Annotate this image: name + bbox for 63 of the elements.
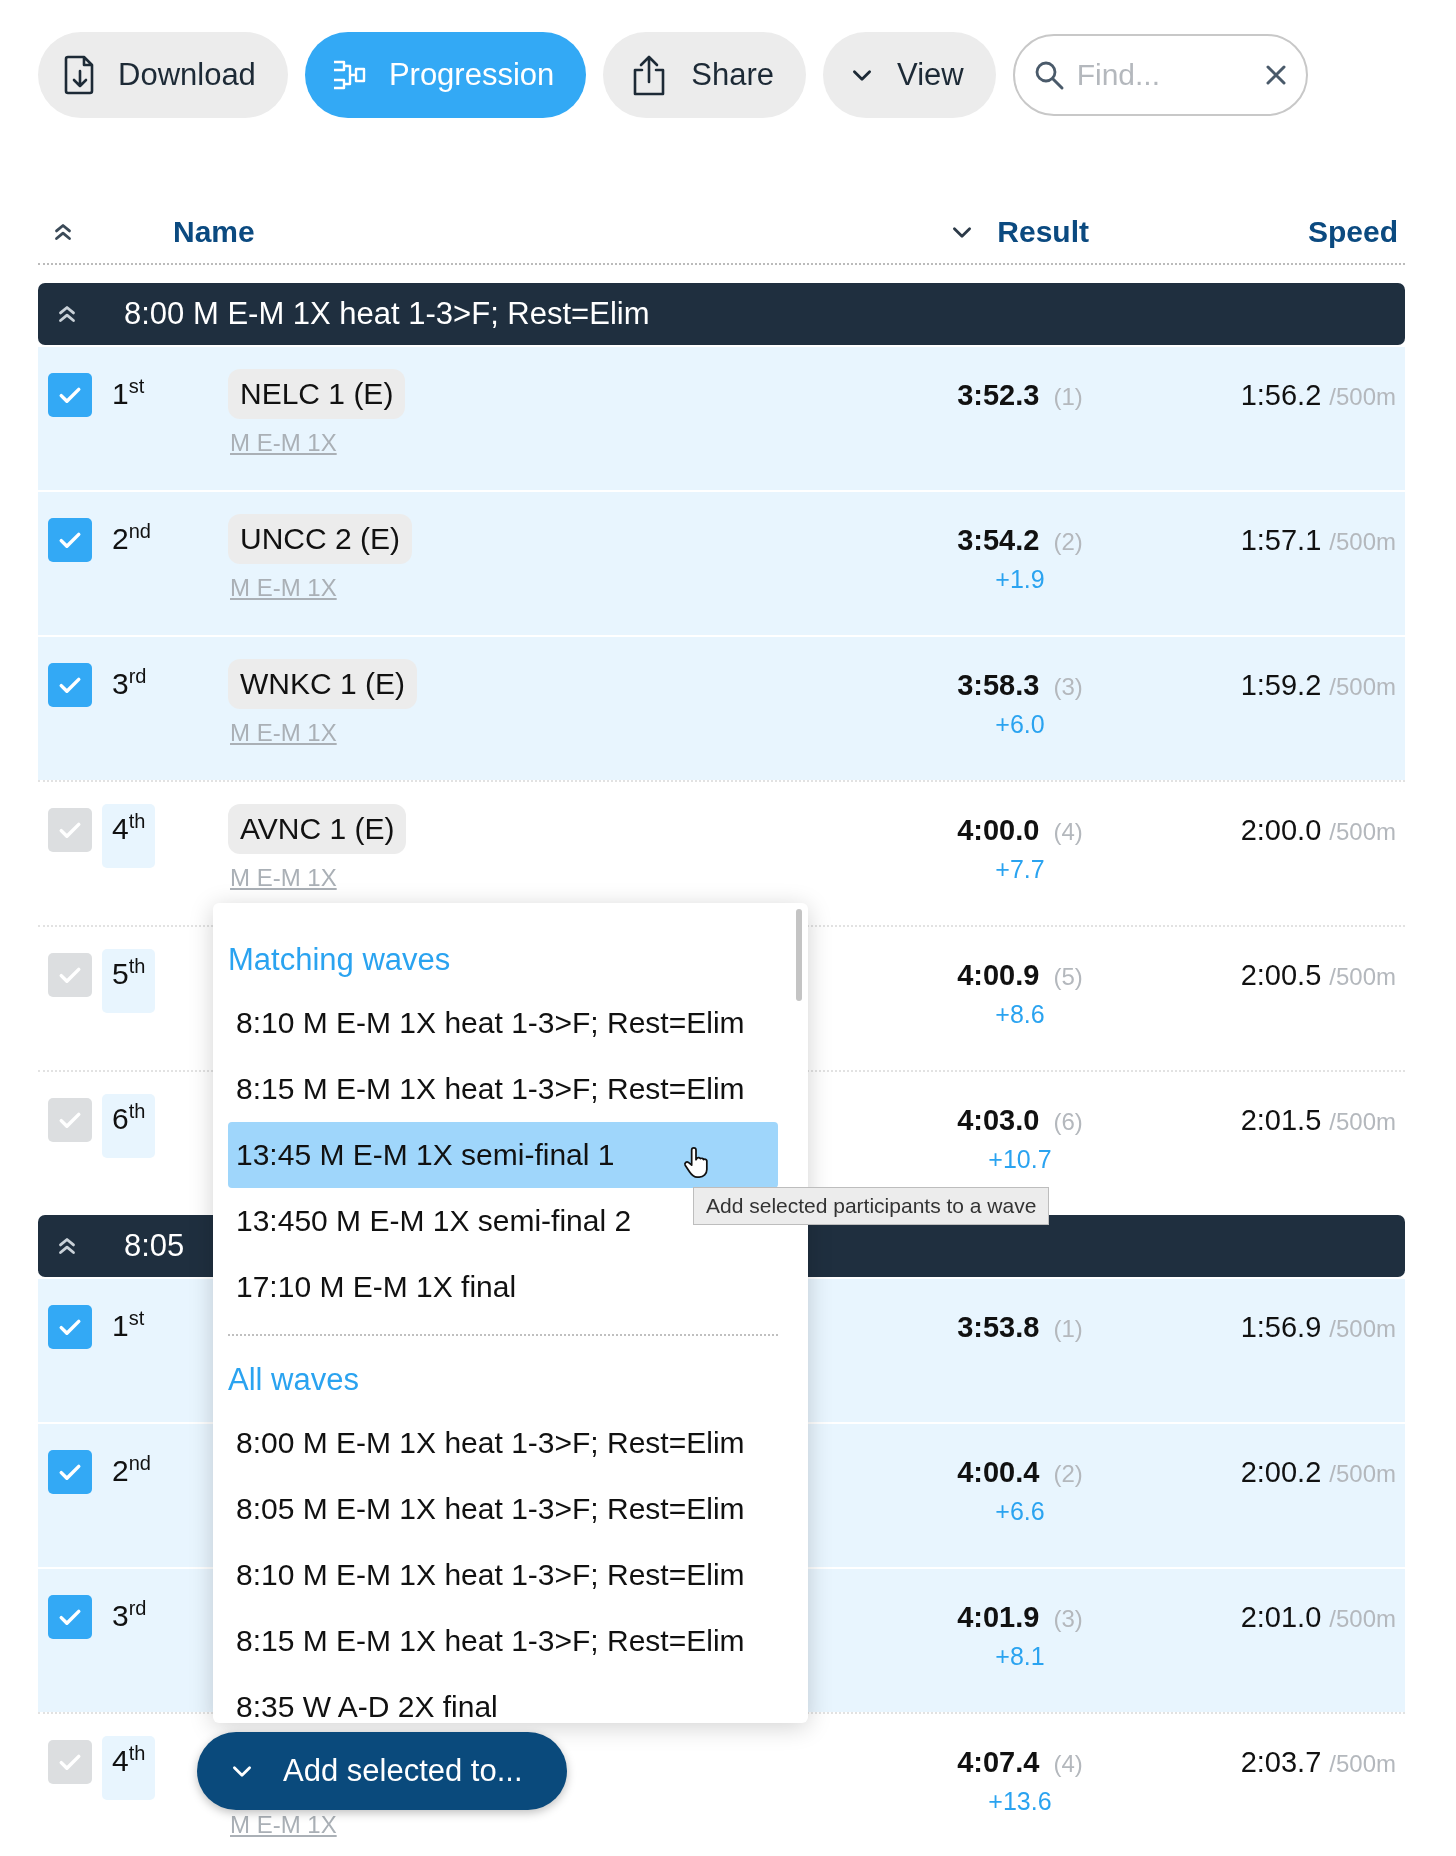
result-time: 3:54.2 (957, 524, 1040, 557)
rank: 2$^{nd}$ (111, 519, 152, 557)
split-speed: 2:01.0 (1240, 1601, 1322, 1634)
result-place: (4) (1053, 1750, 1083, 1778)
split-speed: 2:01.5 (1240, 1104, 1322, 1137)
result-time: 3:52.3 (957, 379, 1040, 412)
speed-unit: /500m (1329, 1315, 1396, 1343)
result-place: (5) (1053, 963, 1083, 991)
result-place: (2) (1053, 1460, 1083, 1488)
rank: 1$^{st}$ (111, 1306, 146, 1344)
group-title: 8:05 (124, 1228, 185, 1264)
group-title: 8:00 M E-M 1X heat 1-3>F; Rest=Elim (124, 296, 650, 332)
time-gap: +8.6 (995, 1000, 1045, 1029)
result-time: 4:00.9 (957, 959, 1040, 992)
time-gap: +13.6 (988, 1787, 1052, 1816)
split-speed: 2:00.2 (1240, 1456, 1322, 1489)
split-speed: 1:56.9 (1240, 1311, 1322, 1344)
rank: 4$^{th}$ (102, 804, 156, 868)
speed-unit: /500m (1329, 818, 1396, 846)
speed-unit: /500m (1329, 673, 1396, 701)
rank: 3$^{rd}$ (111, 1596, 148, 1634)
split-speed: 1:59.2 (1240, 669, 1322, 702)
time-gap: +6.0 (995, 710, 1045, 739)
rank: 2$^{nd}$ (111, 1451, 152, 1489)
split-speed: 2:00.5 (1240, 959, 1322, 992)
split-speed: 2:03.7 (1240, 1746, 1322, 1779)
time-gap: +6.6 (995, 1497, 1045, 1526)
result-place: (6) (1053, 1108, 1083, 1136)
result-place: (4) (1053, 818, 1083, 846)
result-place: (3) (1053, 673, 1083, 701)
result-time: 4:00.4 (957, 1456, 1040, 1489)
result-place: (1) (1053, 1315, 1083, 1343)
rank: 6$^{th}$ (102, 1094, 156, 1158)
result-place: (2) (1053, 528, 1083, 556)
menu-section-title: All waves (228, 1361, 360, 1399)
result-time: 4:07.4 (957, 1746, 1040, 1779)
time-gap: +7.7 (995, 855, 1045, 884)
rank: 5$^{th}$ (102, 949, 156, 1013)
result-time: 4:00.0 (957, 814, 1040, 847)
speed-unit: /500m (1329, 383, 1396, 411)
rank: 3$^{rd}$ (111, 664, 148, 702)
speed-unit: /500m (1329, 528, 1396, 556)
speed-unit: /500m (1329, 1108, 1396, 1136)
result-time: 3:58.3 (957, 669, 1040, 702)
result-place: (3) (1053, 1605, 1083, 1633)
split-speed: 1:56.2 (1240, 379, 1322, 412)
tooltip: Add selected participants to a wave (693, 1187, 1050, 1225)
time-gap: +1.9 (995, 565, 1045, 594)
rank: 1$^{st}$ (111, 374, 146, 412)
result-time: 3:53.8 (957, 1311, 1040, 1344)
speed-unit: /500m (1329, 963, 1396, 991)
menu-section-title: Matching waves (228, 941, 452, 979)
result-time: 4:03.0 (957, 1104, 1040, 1137)
speed-unit: /500m (1329, 1750, 1396, 1778)
speed-unit: /500m (1329, 1605, 1396, 1633)
split-speed: 2:00.0 (1240, 814, 1322, 847)
speed-unit: /500m (1329, 1460, 1396, 1488)
rank: 4$^{th}$ (102, 1736, 156, 1800)
result-time: 4:01.9 (957, 1601, 1040, 1634)
split-speed: 1:57.1 (1240, 524, 1322, 557)
time-gap: +10.7 (988, 1145, 1052, 1174)
time-gap: +8.1 (995, 1642, 1045, 1671)
result-place: (1) (1053, 383, 1083, 411)
